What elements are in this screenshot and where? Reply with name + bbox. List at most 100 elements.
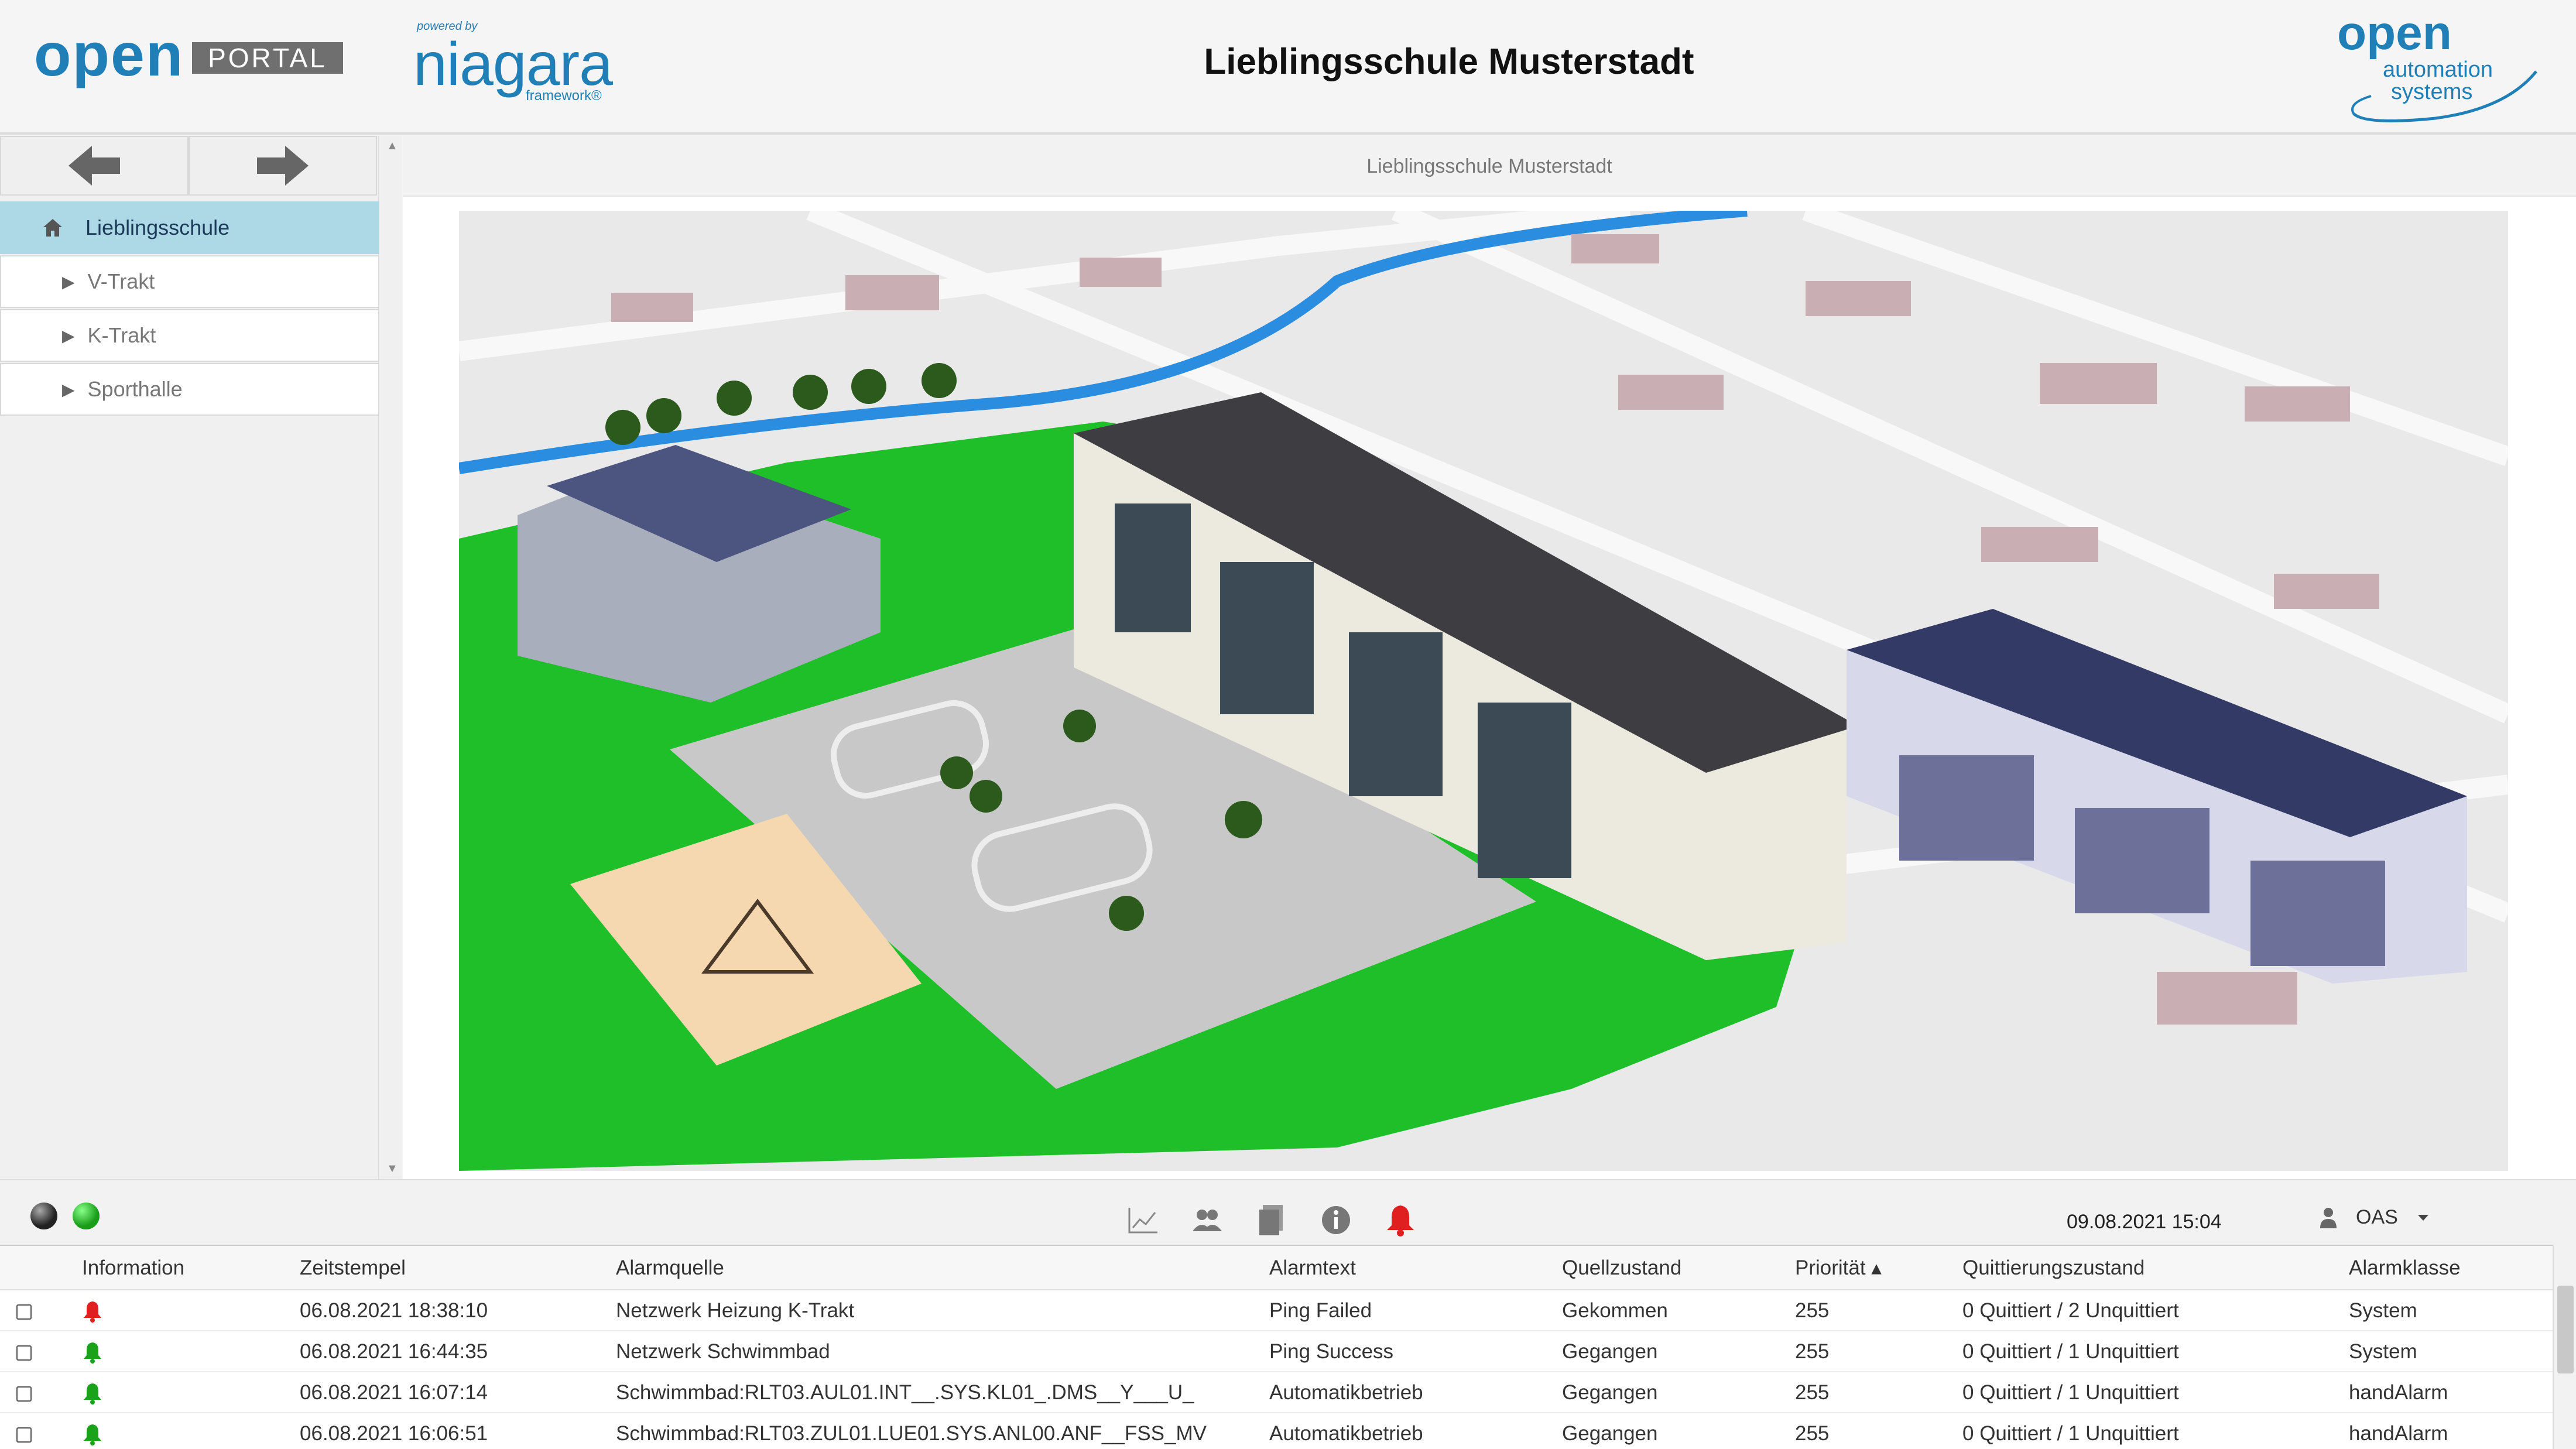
col-quellzustand[interactable]: Quellzustand — [1562, 1246, 1681, 1289]
campus-illustration — [459, 211, 2508, 1171]
caret-right-icon[interactable]: ▶ — [62, 380, 75, 399]
alarm-quittierungszustand: 0 Quittiert / 1 Unquittiert — [1962, 1422, 2179, 1445]
col-alarmquelle[interactable]: Alarmquelle — [616, 1246, 724, 1289]
alarm-quelle: Schwimmbad:RLT03.AUL01.INT__.SYS.KL01_.D… — [616, 1381, 1194, 1404]
main-content: Lieblingsschule Musterstadt — [403, 136, 2576, 1179]
tree-item-k-trakt[interactable]: ▶ K-Trakt — [0, 309, 379, 362]
alarm-text: Automatikbetrieb — [1269, 1381, 1423, 1404]
alarm-quittierungszustand: 0 Quittiert / 1 Unquittiert — [1962, 1340, 2179, 1363]
col-zeitstempel[interactable]: Zeitstempel — [300, 1246, 406, 1289]
tree-item-label: Lieblingsschule — [85, 215, 230, 239]
chart-button[interactable] — [1124, 1201, 1162, 1239]
alarm-row[interactable]: 06.08.2021 16:07:14 Schwimmbad:RLT03.AUL0… — [0, 1372, 2553, 1413]
info-icon — [1322, 1206, 1350, 1234]
campus-3d-view[interactable] — [459, 211, 2508, 1171]
oas-automation-text: automation — [2383, 57, 2493, 82]
alarm-text: Ping Success — [1269, 1340, 1394, 1363]
row-checkbox[interactable] — [16, 1304, 32, 1320]
alarm-zeitstempel: 06.08.2021 16:44:35 — [300, 1340, 488, 1363]
alarm-klasse: handAlarm — [2349, 1381, 2448, 1404]
navigation-tree: Lieblingsschule ▶ V-Trakt ▶ K-Trakt ▶ Sp… — [0, 201, 379, 417]
row-checkbox[interactable] — [16, 1386, 32, 1402]
col-alarmtext[interactable]: Alarmtext — [1269, 1246, 1356, 1289]
current-datetime: 09.08.2021 15:04 — [2067, 1211, 2222, 1233]
back-button[interactable] — [0, 136, 189, 196]
col-information[interactable]: Information — [82, 1246, 184, 1289]
alarm-text: Automatikbetrieb — [1269, 1422, 1423, 1445]
tree-item-lieblingsschule[interactable]: Lieblingsschule — [0, 201, 379, 254]
scroll-up-icon[interactable]: ▲ — [386, 139, 398, 153]
alarm-bell-green-icon — [84, 1424, 101, 1445]
alarm-zeitstempel: 06.08.2021 18:38:10 — [300, 1299, 488, 1322]
scrollbar-thumb[interactable] — [2557, 1286, 2574, 1373]
nav-arrows — [0, 136, 379, 197]
alarm-prioritaet: 255 — [1795, 1299, 1830, 1322]
alarm-klasse: System — [2349, 1299, 2417, 1322]
alarm-row[interactable]: 06.08.2021 18:38:10 Netzwerk Heizung K-Tr… — [0, 1290, 2553, 1331]
col-prioritaet[interactable]: Priorität ▴ — [1795, 1246, 1882, 1289]
col-alarmklasse[interactable]: Alarmklasse — [2349, 1246, 2461, 1289]
alarm-quittierungszustand: 0 Quittiert / 1 Unquittiert — [1962, 1381, 2179, 1404]
oas-open-text: open — [2337, 6, 2452, 60]
breadcrumb: Lieblingsschule Musterstadt — [403, 136, 2576, 197]
forward-button[interactable] — [189, 136, 377, 196]
tree-item-label: V-Trakt — [87, 269, 155, 293]
page-title: Lieblingsschule Musterstadt — [1204, 42, 1694, 82]
sidebar-scrollbar[interactable]: ▲ ▼ — [381, 136, 402, 1179]
alarm-bell-green-icon — [84, 1342, 101, 1364]
alarm-table: Information Zeitstempel Alarmquelle Alar… — [0, 1245, 2576, 1449]
caret-right-icon[interactable]: ▶ — [62, 326, 75, 345]
alarm-bell-red-icon — [84, 1301, 101, 1323]
alarm-quittierungszustand: 0 Quittiert / 2 Unquittiert — [1962, 1299, 2179, 1322]
reports-button[interactable] — [1253, 1201, 1290, 1239]
tree-item-v-trakt[interactable]: ▶ V-Trakt — [0, 255, 379, 308]
users-icon — [1193, 1210, 1222, 1231]
status-led-offline — [30, 1203, 57, 1229]
alarm-quellzustand: Gegangen — [1562, 1340, 1658, 1363]
alarm-table-scrollbar[interactable] — [2553, 1245, 2576, 1449]
alarm-text: Ping Failed — [1269, 1299, 1372, 1322]
alarm-zeitstempel: 06.08.2021 16:06:51 — [300, 1422, 488, 1445]
scroll-down-icon[interactable]: ▼ — [386, 1162, 398, 1176]
chevron-down-icon — [2417, 1214, 2428, 1221]
oas-systems-text: systems — [2391, 80, 2473, 104]
home-icon — [43, 219, 62, 237]
niagara-framework-text: framework® — [526, 88, 602, 104]
alarm-quelle: Netzwerk Heizung K-Trakt — [616, 1299, 855, 1322]
alarm-row[interactable]: 06.08.2021 16:44:35 Netzwerk Schwimmbad Pi… — [0, 1331, 2553, 1372]
row-checkbox[interactable] — [16, 1427, 32, 1443]
alarm-klasse: System — [2349, 1340, 2417, 1363]
document-icon — [1259, 1205, 1283, 1235]
caret-right-icon[interactable]: ▶ — [62, 272, 75, 292]
alarm-quellzustand: Gegangen — [1562, 1422, 1658, 1445]
header-bar: open PORTAL powered by niagara framework… — [0, 0, 2576, 135]
alarm-prioritaet: 255 — [1795, 1340, 1830, 1363]
chart-icon — [1128, 1208, 1157, 1234]
alarm-table-header: Information Zeitstempel Alarmquelle Alar… — [0, 1246, 2553, 1290]
status-bar: 09.08.2021 15:04 OAS — [0, 1179, 2576, 1245]
logo-portal-text: PORTAL — [192, 42, 343, 74]
toolbar-icons — [1124, 1201, 1419, 1239]
info-button[interactable] — [1317, 1201, 1355, 1239]
alarm-quellzustand: Gegangen — [1562, 1381, 1658, 1404]
alarm-zeitstempel: 06.08.2021 16:07:14 — [300, 1381, 488, 1404]
tree-item-label: K-Trakt — [87, 323, 156, 347]
status-led-online — [73, 1203, 100, 1229]
arrow-right-icon — [257, 146, 309, 186]
alarm-klasse: handAlarm — [2349, 1422, 2448, 1445]
alarm-row[interactable]: 06.08.2021 16:06:51 Schwimmbad:RLT03.ZUL0… — [0, 1413, 2553, 1449]
alarm-bell-green-icon — [84, 1383, 101, 1405]
niagara-name-text: niagara — [413, 30, 613, 98]
tree-item-sporthalle[interactable]: ▶ Sporthalle — [0, 363, 379, 416]
alarm-quellzustand: Gekommen — [1562, 1299, 1668, 1322]
users-button[interactable] — [1188, 1201, 1226, 1239]
row-checkbox[interactable] — [16, 1345, 32, 1361]
alarm-button[interactable] — [1382, 1201, 1419, 1239]
col-quittierungszustand[interactable]: Quittierungszustand — [1962, 1246, 2145, 1289]
alarm-quelle: Schwimmbad:RLT03.ZUL01.LUE01.SYS.ANL00.A… — [616, 1422, 1207, 1445]
user-icon — [2320, 1207, 2337, 1228]
user-menu[interactable]: OAS — [2320, 1206, 2430, 1229]
open-automation-systems-logo: open automation systems — [2330, 6, 2553, 122]
sidebar: Lieblingsschule ▶ V-Trakt ▶ K-Trakt ▶ Sp… — [0, 136, 379, 1179]
alarm-bell-icon — [1387, 1205, 1414, 1236]
